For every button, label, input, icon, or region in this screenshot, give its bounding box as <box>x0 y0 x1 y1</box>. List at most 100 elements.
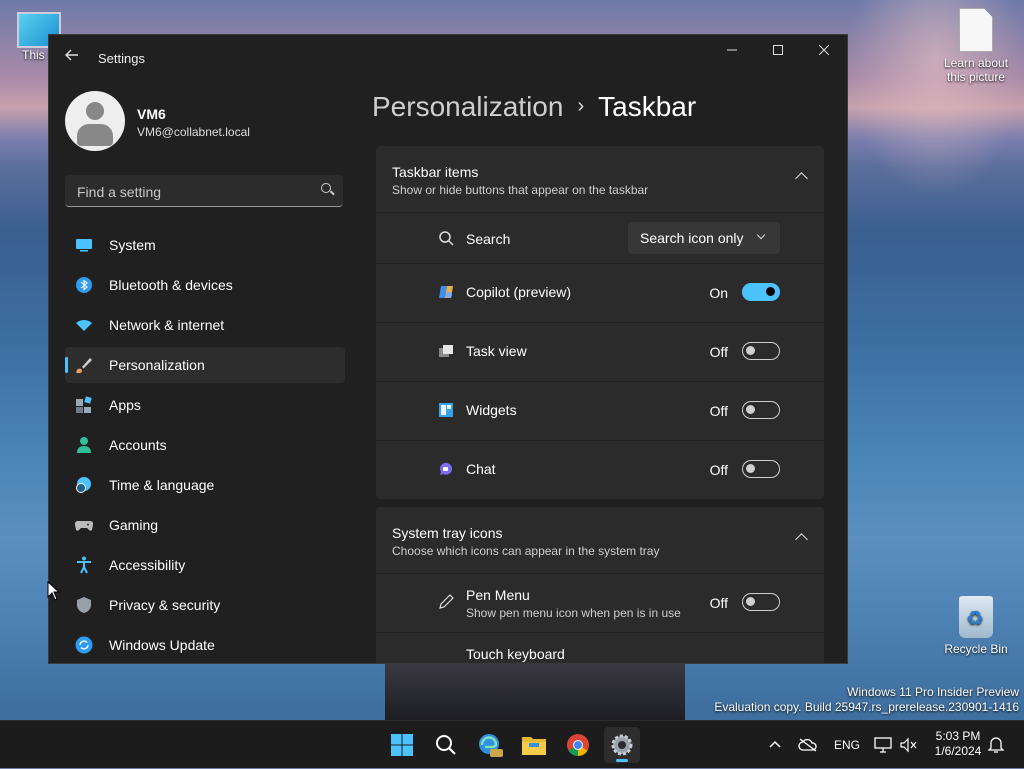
task-view-icon <box>439 345 453 357</box>
pen-menu-toggle[interactable] <box>742 593 780 611</box>
setting-description: Show pen menu icon when pen is in use <box>466 606 681 620</box>
setting-row-search: Search Search icon only <box>376 213 824 263</box>
setting-row-chat: Chat Off <box>376 441 824 499</box>
window-title: Settings <box>98 51 145 66</box>
nav-item-apps[interactable]: Apps <box>65 387 345 423</box>
document-icon <box>959 8 993 52</box>
widgets-toggle[interactable] <box>742 401 780 419</box>
page-title: Taskbar <box>598 91 697 122</box>
taskbar-file-explorer[interactable] <box>516 727 552 763</box>
user-profile[interactable]: VM6 VM6@collabnet.local <box>65 91 365 155</box>
breadcrumb-parent[interactable]: Personalization <box>372 91 563 122</box>
taskbar-chrome[interactable] <box>560 727 596 763</box>
widgets-icon <box>439 403 453 417</box>
nav-item-gaming[interactable]: Gaming <box>65 507 345 543</box>
title-bar[interactable]: Settings <box>49 35 847 81</box>
system-icon <box>76 239 92 252</box>
chat-toggle[interactable] <box>742 460 780 478</box>
nav-item-windows-update[interactable]: Windows Update <box>65 627 345 663</box>
taskbar-settings[interactable] <box>604 727 640 763</box>
find-setting-search[interactable] <box>65 175 343 207</box>
start-button[interactable] <box>384 727 420 763</box>
desktop-icon-label: Recycle Bin <box>944 642 1008 656</box>
search-input[interactable] <box>75 181 309 203</box>
setting-row-widgets: Widgets Off <box>376 382 824 440</box>
back-button[interactable] <box>61 47 83 69</box>
setting-row-pen-menu: Pen Menu Show pen menu icon when pen is … <box>376 574 824 632</box>
nav-item-label: Apps <box>109 397 141 413</box>
taskbar-search-button[interactable] <box>428 727 464 763</box>
nav-item-label: Time & language <box>109 477 215 493</box>
toggle-state: Off <box>709 462 728 478</box>
show-hidden-icons-button[interactable] <box>768 721 782 769</box>
maximize-icon <box>773 45 783 55</box>
maximize-button[interactable] <box>755 35 801 65</box>
nav-item-personalization[interactable]: Personalization <box>65 347 345 383</box>
nav-item-system[interactable]: System <box>65 227 345 263</box>
search-icon[interactable] <box>321 183 331 193</box>
bell-icon <box>987 737 1005 753</box>
desktop-icon-label: Learn about this picture <box>943 56 1009 84</box>
setting-label: Chat <box>466 461 496 477</box>
toggle-knob <box>746 405 755 414</box>
nav-item-label: Privacy & security <box>109 597 221 613</box>
copilot-toggle[interactable] <box>742 283 780 301</box>
setting-label: Copilot (preview) <box>466 284 572 300</box>
wifi-icon <box>76 319 92 331</box>
system-tray-header[interactable]: System tray icons Choose which icons can… <box>376 507 824 573</box>
group-title: Taskbar items <box>392 164 479 180</box>
avatar-head <box>86 102 104 120</box>
group-title: System tray icons <box>392 525 503 541</box>
volume-tray-button[interactable] <box>900 721 918 769</box>
close-icon <box>818 44 830 56</box>
clock[interactable]: 5:03 PM 1/6/2024 <box>928 729 988 759</box>
breadcrumb: Personalization › Taskbar <box>372 91 696 123</box>
setting-label: Pen Menu <box>466 587 530 603</box>
file-explorer-icon <box>522 737 546 755</box>
pointer-icon <box>47 581 61 601</box>
setting-label: Widgets <box>466 402 517 418</box>
recycle-bin-icon <box>959 596 993 638</box>
chevron-down-icon <box>756 230 766 240</box>
nav-item-bluetooth[interactable]: Bluetooth & devices <box>65 267 345 303</box>
nav-item-accessibility[interactable]: Accessibility <box>65 547 345 583</box>
desktop-icon-learn-about-picture[interactable]: Learn about this picture <box>938 8 1014 84</box>
setting-row-touch-keyboard: Touch keyboard <box>376 633 824 663</box>
search-icon <box>436 735 456 755</box>
setting-label: Touch keyboard <box>466 646 565 662</box>
toggle-state: Off <box>709 595 728 611</box>
watermark-line: Windows 11 Pro Insider Preview <box>847 685 1019 699</box>
bluetooth-icon <box>76 277 92 293</box>
nav-item-accounts[interactable]: Accounts <box>65 427 345 463</box>
nav-item-label: Gaming <box>109 517 159 533</box>
group-subtitle: Choose which icons can appear in the sys… <box>392 544 660 558</box>
onedrive-tray-button[interactable] <box>798 721 818 769</box>
taskbar-items-header[interactable]: Taskbar items Show or hide buttons that … <box>376 146 824 212</box>
update-icon <box>75 636 93 654</box>
desktop-icon-recycle-bin[interactable]: Recycle Bin <box>938 596 1014 656</box>
accessibility-icon <box>77 556 91 574</box>
minimize-button[interactable] <box>709 35 755 65</box>
taskbar: ENG 5:03 PM 1/6/2024 <box>0 720 1024 768</box>
nav-item-time-language[interactable]: Time & language <box>65 467 345 503</box>
pen-icon <box>439 594 454 609</box>
nav-item-network[interactable]: Network & internet <box>65 307 345 343</box>
setting-row-copilot: Copilot (preview) On <box>376 264 824 322</box>
nav-item-label: Windows Update <box>109 637 215 653</box>
close-button[interactable] <box>801 35 847 65</box>
setting-label: Task view <box>466 343 527 359</box>
task-view-toggle[interactable] <box>742 342 780 360</box>
wallpaper-dock <box>385 662 685 722</box>
chevron-up-icon[interactable] <box>795 533 808 546</box>
chevron-up-icon[interactable] <box>795 172 808 185</box>
nav-item-privacy-security[interactable]: Privacy & security <box>65 587 345 623</box>
clock-time: 5:03 PM <box>935 729 981 743</box>
toggle-state: Off <box>709 344 728 360</box>
network-tray-button[interactable] <box>874 721 892 769</box>
search-mode-dropdown[interactable]: Search icon only <box>628 222 780 254</box>
taskbar-edge-beta[interactable] <box>472 727 508 763</box>
nav-item-label: System <box>109 237 156 253</box>
notifications-button[interactable] <box>987 721 1005 769</box>
language-indicator[interactable]: ENG <box>834 721 860 769</box>
network-icon <box>874 737 892 753</box>
